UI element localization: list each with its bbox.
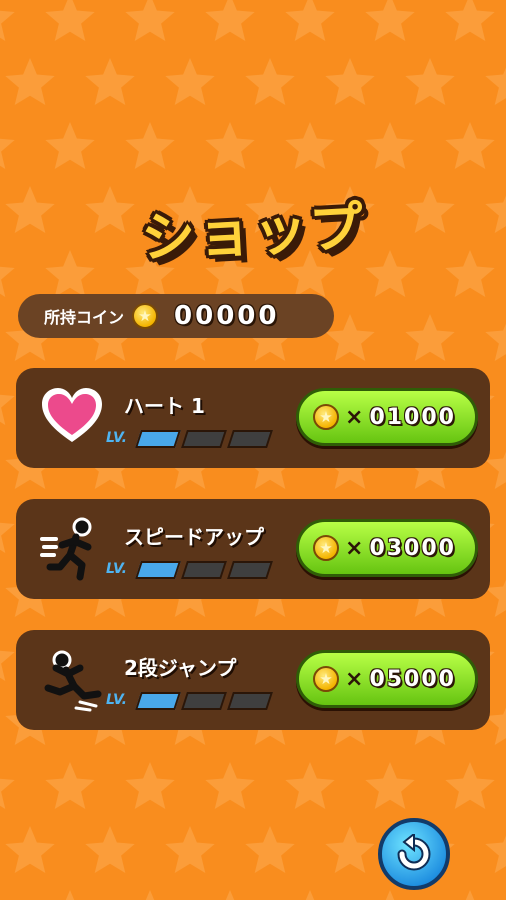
background-star	[225, 890, 235, 900]
background-star	[405, 58, 455, 105]
buy-speed-up-button[interactable]: ★ × 03000	[296, 519, 478, 577]
background-star	[0, 778, 15, 809]
coin-balance: 所持コイン ★ 00000	[18, 294, 334, 338]
background-star	[165, 58, 215, 105]
background-star	[125, 0, 175, 41]
background-star	[285, 762, 335, 809]
shop-item-speed-up: スピードアップ LV. ★ × 03000	[16, 499, 490, 599]
background-star	[385, 890, 395, 900]
background-star	[45, 762, 95, 809]
item-price: 03000	[369, 535, 456, 561]
coin-icon: ★	[132, 303, 159, 329]
multiply-sign: ×	[345, 666, 364, 692]
background-star	[405, 314, 455, 361]
background-star	[365, 122, 415, 169]
background-star	[245, 58, 295, 105]
background-star	[0, 650, 15, 681]
background-star	[65, 890, 75, 900]
background-star	[325, 58, 375, 105]
background-star	[245, 826, 295, 873]
background-star	[485, 323, 506, 361]
item-name: スピードアップ	[124, 525, 264, 549]
background-star	[5, 826, 55, 873]
level-segment-empty	[227, 561, 273, 579]
running-man-icon	[40, 517, 104, 581]
multiply-sign: ×	[345, 535, 364, 561]
coin-icon: ★	[313, 666, 339, 692]
background-star	[0, 522, 15, 553]
background-star	[445, 0, 495, 41]
level-segment-filled	[135, 561, 181, 579]
item-price: 01000	[369, 404, 456, 430]
background-star	[0, 138, 15, 169]
level-label: LV.	[106, 430, 127, 446]
background-star	[465, 890, 475, 900]
background-star	[0, 10, 15, 41]
level-label: LV.	[106, 561, 127, 577]
level-meter	[135, 692, 273, 710]
coin-icon: ★	[313, 535, 339, 561]
background-star	[145, 890, 155, 900]
level-label: LV.	[106, 692, 127, 708]
background-star	[205, 762, 255, 809]
background-star	[285, 0, 335, 41]
coin-balance-label: 所持コイン	[44, 308, 125, 327]
background-star	[305, 890, 315, 900]
item-price: 05000	[369, 666, 456, 692]
background-star	[325, 826, 375, 873]
background-star	[85, 826, 135, 873]
background-star	[445, 250, 495, 297]
background-star	[285, 122, 335, 169]
coin-balance-amount: 00000	[174, 301, 280, 331]
background-star	[365, 0, 415, 41]
background-star	[485, 835, 506, 873]
shop-item-heart: ハート 1 LV. ★ × 01000	[16, 368, 490, 468]
shop-item-double-jump: 2段ジャンプ LV. ★ × 05000	[16, 630, 490, 730]
level-meter	[135, 430, 273, 448]
level-segment-empty	[181, 430, 227, 448]
background-star	[365, 762, 415, 809]
level-segment-empty	[227, 692, 273, 710]
level-segment-empty	[181, 561, 227, 579]
background-star	[205, 122, 255, 169]
background-star	[5, 58, 55, 105]
background-star	[485, 67, 506, 105]
background-star	[205, 0, 255, 41]
level-meter	[135, 561, 273, 579]
level-segment-empty	[181, 692, 227, 710]
level-segment-filled	[135, 692, 181, 710]
background-star	[125, 122, 175, 169]
background-star	[165, 826, 215, 873]
buy-double-jump-button[interactable]: ★ × 05000	[296, 650, 478, 708]
item-name: 2段ジャンプ	[124, 656, 237, 680]
back-button[interactable]	[378, 818, 450, 890]
back-arrow-icon	[397, 834, 431, 871]
level-segment-empty	[227, 430, 273, 448]
item-name: ハート 1	[124, 394, 205, 418]
background-star	[45, 0, 95, 41]
background-star	[0, 394, 15, 425]
jumping-man-icon	[40, 648, 104, 712]
level-segment-filled	[135, 430, 181, 448]
heart-icon	[40, 386, 104, 450]
background-star	[445, 122, 495, 169]
background-star	[45, 122, 95, 169]
background-star	[0, 890, 15, 900]
background-star	[445, 762, 495, 809]
multiply-sign: ×	[345, 404, 364, 430]
coin-icon: ★	[313, 404, 339, 430]
background-star	[85, 58, 135, 105]
buy-heart-button[interactable]: ★ × 01000	[296, 388, 478, 446]
background-star	[125, 762, 175, 809]
